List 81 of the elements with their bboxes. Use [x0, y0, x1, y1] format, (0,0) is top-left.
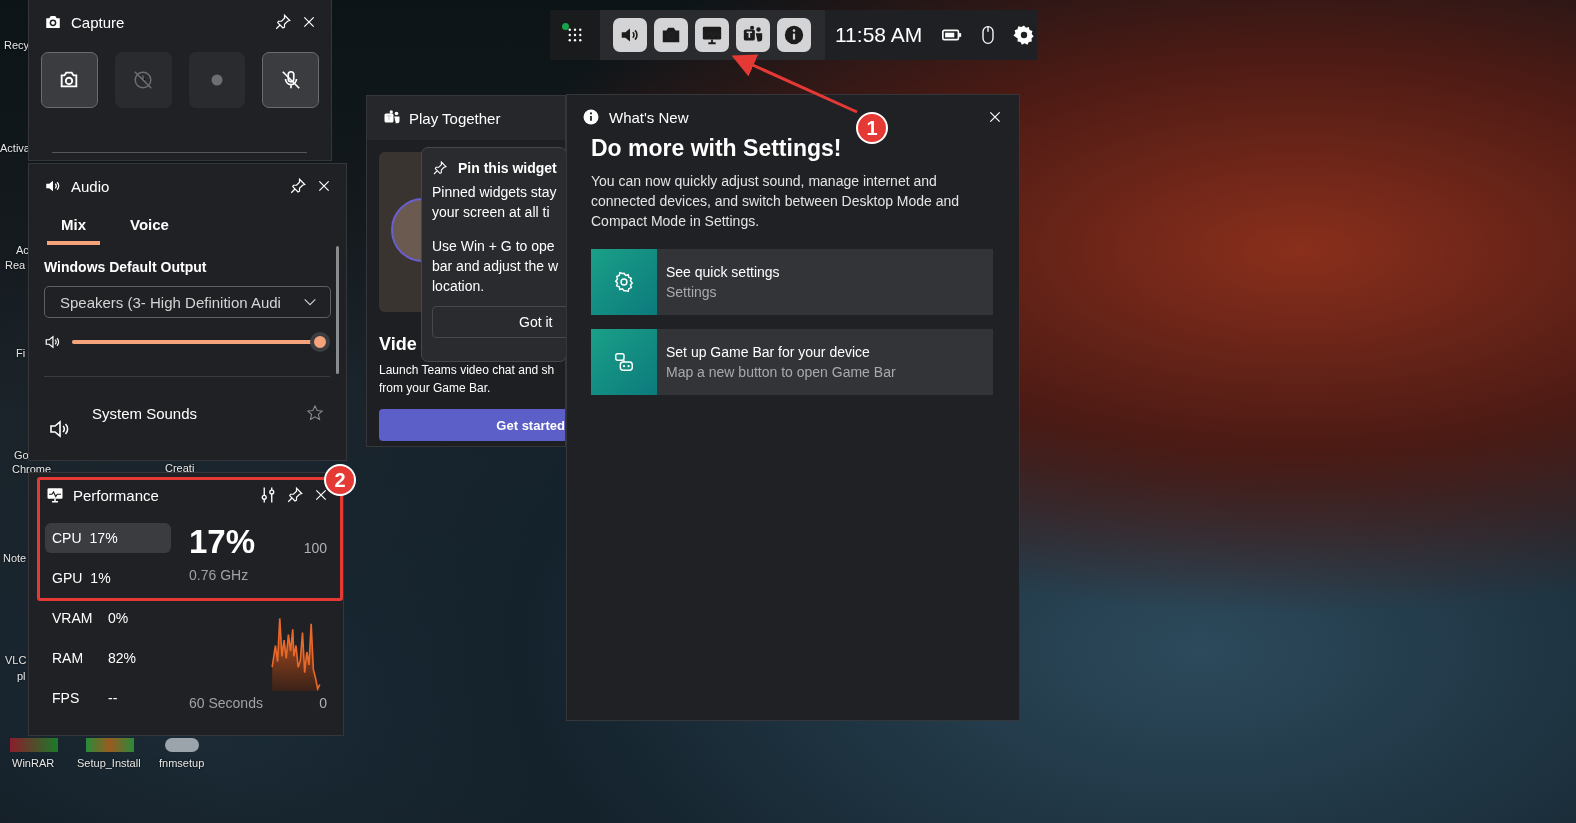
metric-item[interactable]: RAM 82% [45, 643, 171, 673]
metric-item[interactable]: GPU 1% [45, 563, 171, 593]
card-title: Set up Game Bar for your device [666, 344, 871, 360]
speaker-button[interactable] [613, 18, 647, 52]
widget-title: Play Together [409, 109, 501, 127]
screenshot-button[interactable] [41, 52, 98, 108]
desktop-icon-label[interactable]: Setup_Install [77, 757, 141, 769]
time-span-label: 60 Seconds [189, 695, 263, 711]
controller-icon [613, 351, 635, 373]
desktop-icon-label[interactable]: pl [17, 670, 26, 682]
teams-button[interactable] [736, 18, 770, 52]
info-icon [783, 24, 805, 46]
got-it-button[interactable]: Got it [432, 306, 566, 338]
pin-icon[interactable] [286, 486, 304, 504]
desktop-icon-label[interactable]: WinRAR [12, 757, 55, 769]
desktop-icon-label[interactable]: Creati [165, 462, 195, 474]
cpu-usage-value: 17% [189, 523, 256, 561]
app-name: System Sounds [92, 404, 199, 422]
audio-tab[interactable]: Voice [116, 212, 183, 245]
close-icon[interactable] [316, 178, 332, 194]
audio-tab[interactable]: Mix [47, 212, 100, 245]
headline: Do more with Settings! [591, 135, 843, 162]
card-description: Launch Teams video chat and sh from your Game Bar. [379, 362, 556, 397]
desktop-icon-label[interactable]: fnmsetup [159, 757, 205, 769]
performance-button[interactable] [695, 18, 729, 52]
link-card[interactable]: Set up Game Bar for your device Map a new button to open Game Bar [591, 329, 993, 395]
desktop-icon-label[interactable]: Go [14, 449, 29, 461]
camera-icon [44, 13, 62, 31]
camera-button[interactable] [654, 18, 688, 52]
pin-icon [432, 160, 448, 176]
microphone-button[interactable] [262, 52, 319, 108]
card-subtitle: Settings [666, 284, 718, 300]
sliders-icon[interactable] [259, 486, 277, 504]
clock-slash-icon [132, 69, 155, 91]
desktop-icon-label[interactable]: Ac [16, 244, 29, 256]
metric-item[interactable]: FPS -- [45, 683, 171, 713]
speaker-icon [44, 333, 62, 351]
card-title: See quick settings [666, 264, 780, 280]
status-dot-icon [562, 23, 569, 30]
widget-title: What's New [609, 108, 689, 126]
widget-title: Performance [73, 486, 159, 504]
close-icon[interactable] [987, 109, 1003, 125]
axis-min-label: 0 [319, 695, 327, 711]
metric-item[interactable]: VRAM 0% [45, 603, 171, 633]
desktop-icon-label[interactable]: Note [3, 552, 27, 564]
tooltip-title: Pin this widget [458, 160, 557, 176]
desktop-icon-label[interactable]: Rea [5, 259, 26, 271]
get-started-button[interactable]: Get started [379, 409, 565, 441]
description-text: You can now quickly adjust sound, manage internet and connected devices, and switch between Desktop Mode and Compact Mode in Settings. [591, 172, 961, 231]
star-icon[interactable] [306, 404, 324, 422]
desktop-icon-label[interactable]: Fi [16, 347, 26, 359]
menu-icon[interactable] [566, 26, 584, 44]
pin-icon[interactable] [274, 13, 292, 31]
gear-icon [613, 271, 635, 293]
pin-icon[interactable] [289, 177, 307, 195]
tooltip-text: Use Win + G to ope bar and adjust the w location. [432, 237, 560, 296]
close-icon[interactable] [313, 487, 329, 503]
widget-title: Capture [71, 13, 125, 31]
monitor-icon [46, 486, 64, 504]
volume-slider[interactable] [71, 332, 330, 352]
clock-time: 11:58 AM [835, 23, 923, 47]
link-card[interactable]: See quick settings Settings [591, 249, 993, 315]
section-heading: Windows Default Output [44, 259, 208, 275]
card-heading: Vide [379, 334, 418, 355]
metric-item[interactable]: CPU 17% [45, 523, 171, 553]
card-subtitle: Map a new button to open Game Bar [666, 364, 896, 380]
tooltip-text: Pinned widgets stay your screen at all ti [432, 183, 558, 222]
desktop-icon-label[interactable]: Recy [4, 39, 30, 51]
microphone-off-icon [279, 69, 302, 91]
output-device-dropdown[interactable]: Speakers (3- High Definition Audi [44, 286, 331, 318]
info-icon [582, 108, 600, 126]
cpu-frequency: 0.76 GHz [189, 567, 250, 583]
scrollbar[interactable] [336, 246, 339, 374]
desktop-icon-label[interactable]: VLC [5, 654, 27, 666]
slider-thumb[interactable] [310, 332, 330, 352]
info-button[interactable] [777, 18, 811, 52]
settings-icon[interactable] [1013, 24, 1036, 46]
axis-max-label: 100 [303, 540, 327, 556]
performance-icon [701, 24, 723, 46]
close-icon[interactable] [301, 14, 317, 30]
widget-title: Audio [71, 177, 110, 195]
